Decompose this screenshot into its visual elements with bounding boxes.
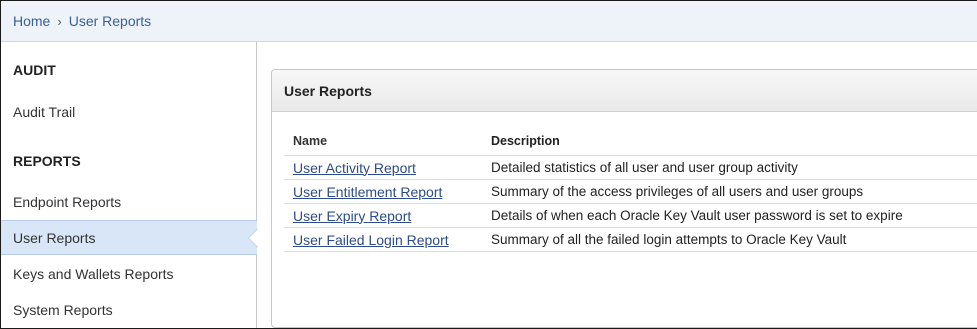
sidebar-heading-reports: REPORTS	[13, 153, 81, 169]
sidebar-item-audit-trail[interactable]: Audit Trail	[1, 94, 257, 129]
panel-title: User Reports	[272, 70, 977, 112]
user-failed-login-report-link[interactable]: User Failed Login Report	[293, 232, 449, 248]
row-description: Summary of all the failed login attempts…	[491, 232, 847, 247]
user-expiry-report-link[interactable]: User Expiry Report	[293, 208, 411, 224]
row-description: Detailed statistics of all user and user…	[491, 160, 798, 175]
sidebar-heading-audit: AUDIT	[13, 62, 56, 78]
row-description: Details of when each Oracle Key Vault us…	[491, 208, 903, 223]
user-entitlement-report-link[interactable]: User Entitlement Report	[293, 184, 442, 200]
table-header: Name Description	[284, 134, 977, 156]
user-reports-panel: User Reports Name Description User Activ…	[271, 69, 977, 328]
breadcrumb-home-link[interactable]: Home	[13, 13, 50, 29]
column-header-name: Name	[293, 134, 328, 148]
sidebar: AUDIT Audit Trail REPORTS Endpoint Repor…	[1, 42, 258, 328]
table-row: User Entitlement Report Summary of the a…	[284, 180, 977, 204]
table-row: User Expiry Report Details of when each …	[284, 204, 977, 228]
chevron-right-icon: ›	[57, 13, 62, 29]
sidebar-item-keys-and-wallets-reports[interactable]: Keys and Wallets Reports	[1, 256, 257, 291]
reports-table: Name Description User Activity Report De…	[284, 134, 977, 252]
breadcrumb-current: User Reports	[68, 13, 152, 29]
table-row: User Failed Login Report Summary of all …	[284, 228, 977, 252]
sidebar-item-system-reports[interactable]: System Reports	[1, 292, 257, 327]
user-activity-report-link[interactable]: User Activity Report	[293, 160, 416, 176]
breadcrumb: Home › User Reports	[1, 1, 977, 42]
column-header-description: Description	[491, 134, 560, 148]
table-row: User Activity Report Detailed statistics…	[284, 156, 977, 180]
sidebar-item-label: User Reports	[13, 229, 96, 246]
row-description: Summary of the access privileges of all …	[491, 184, 864, 199]
app-frame: Home › User Reports AUDIT Audit Trail RE…	[0, 0, 977, 329]
sidebar-item-endpoint-reports[interactable]: Endpoint Reports	[1, 184, 257, 219]
sidebar-item-user-reports[interactable]: User Reports	[1, 220, 258, 255]
